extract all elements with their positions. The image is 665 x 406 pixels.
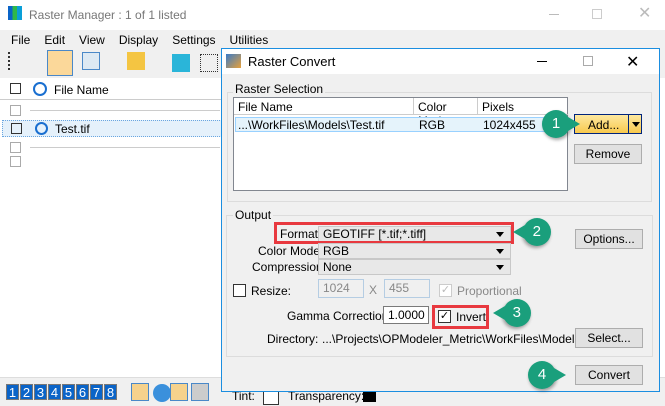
open-folder-icon[interactable] (127, 52, 145, 70)
menu-file[interactable]: File (11, 33, 30, 47)
proportional-checkbox[interactable]: ✓ (439, 284, 452, 297)
raster-icon[interactable] (170, 383, 188, 401)
menu-display[interactable]: Display (119, 33, 158, 47)
column-file-name[interactable]: File Name (234, 98, 414, 115)
invert-highlight (432, 305, 489, 329)
list-row[interactable]: Test.tif (2, 120, 230, 137)
menu-view[interactable]: View (79, 33, 105, 47)
remove-button[interactable]: Remove (574, 144, 642, 164)
refresh-icon[interactable] (172, 54, 190, 72)
add-label: Add... (588, 118, 620, 132)
list-view-icon[interactable] (8, 52, 26, 70)
gamma-input[interactable]: 1.0000 (383, 306, 429, 324)
maximize-button[interactable] (592, 9, 602, 19)
view-5-button[interactable]: 5 (62, 384, 75, 400)
menu-settings[interactable]: Settings (172, 33, 215, 47)
row-file-name: Test.tif (55, 122, 90, 136)
close-button[interactable]: ✕ (638, 3, 651, 23)
dialog-close-button[interactable]: ✕ (626, 52, 639, 72)
compression-select[interactable]: None (318, 259, 511, 275)
dialog-title: Raster Convert (248, 54, 336, 69)
view-6-button[interactable]: 6 (76, 384, 89, 400)
proportional-label: Proportional (457, 284, 522, 298)
globe-icon[interactable] (153, 384, 171, 402)
add-dropdown-button[interactable] (628, 115, 642, 133)
view-3-button[interactable]: 3 (34, 384, 47, 400)
callout-2: 2 (523, 218, 551, 246)
view-1-button[interactable]: 1 (6, 384, 19, 400)
raster-convert-icon (226, 54, 241, 68)
view-2-button[interactable]: 2 (20, 384, 33, 400)
compression-value: None (323, 260, 352, 274)
dialog-title-bar: Raster Convert ✕ (222, 49, 659, 74)
transparency-swatch[interactable] (363, 392, 376, 402)
table-row[interactable]: ...\WorkFiles\Models\Test.tif RGB 1024x4… (235, 117, 567, 132)
options-button[interactable]: Options... (575, 229, 643, 249)
print-icon[interactable] (131, 383, 149, 401)
raster-table: File Name Color Mode Pixels ...\WorkFile… (233, 97, 568, 191)
chevron-down-icon (632, 122, 640, 127)
list-row-empty (0, 140, 230, 170)
app-icon (8, 6, 22, 20)
window-title: Raster Manager : 1 of 1 listed (29, 8, 187, 22)
sort-icon[interactable] (47, 50, 73, 76)
column-color-mode[interactable]: Color Mode (414, 98, 478, 128)
menu-utilities[interactable]: Utilities (230, 33, 269, 47)
callout-3: 3 (503, 299, 531, 327)
raster-info-icon (35, 122, 48, 135)
chevron-down-icon (496, 249, 504, 254)
directory-value: ...\Projects\OPModeler_Metric\WorkFiles\… (322, 332, 584, 346)
cell-color-mode: RGB (419, 118, 446, 132)
gamma-label: Gamma Correction: (287, 309, 392, 323)
color-mode-value: RGB (323, 244, 350, 258)
copy-icon (11, 123, 22, 134)
compression-label: Compression (252, 260, 323, 274)
list-header: File Name (0, 79, 230, 100)
view-7-button[interactable]: 7 (90, 384, 103, 400)
list-row-empty (0, 103, 230, 119)
color-mode-select[interactable]: RGB (318, 243, 511, 259)
map-icon[interactable] (82, 52, 100, 70)
add-button[interactable]: Add... (574, 114, 642, 134)
convert-button[interactable]: Convert (575, 365, 643, 385)
raster-info-icon (33, 82, 47, 96)
raster-convert-dialog: Raster Convert ✕ Raster Selection File N… (221, 48, 660, 392)
menu-edit[interactable]: Edit (44, 33, 65, 47)
view-8-button[interactable]: 8 (104, 384, 117, 400)
format-highlight (274, 222, 514, 244)
width-input[interactable]: 1024 (318, 279, 364, 298)
callout-1: 1 (542, 110, 580, 138)
minimize-button[interactable] (549, 14, 559, 15)
directory-label: Directory: (267, 332, 319, 346)
swap-icon[interactable] (191, 383, 209, 401)
select-button[interactable]: Select... (575, 328, 643, 348)
dialog-minimize-button[interactable] (537, 61, 547, 62)
raster-selection-label: Raster Selection (233, 82, 326, 96)
chevron-down-icon (496, 265, 504, 270)
view-buttons: 12345678 (6, 384, 118, 400)
cell-file: ...\WorkFiles\Models\Test.tif (238, 118, 385, 132)
dialog-maximize-button[interactable] (583, 56, 593, 66)
height-input[interactable]: 455 (384, 279, 430, 298)
resize-label: Resize: (251, 284, 292, 298)
resize-checkbox[interactable] (233, 284, 246, 297)
select-icon[interactable] (200, 54, 218, 72)
menu-bar: File Edit View Display Settings Utilities (0, 30, 665, 47)
x-label: X (369, 283, 378, 297)
output-label: Output (233, 208, 274, 222)
callout-4: 4 (528, 361, 566, 389)
view-4-button[interactable]: 4 (48, 384, 61, 400)
column-file-name[interactable]: File Name (54, 83, 109, 97)
color-mode-label: Color Mode (258, 244, 321, 258)
copy-icon (10, 83, 21, 94)
cell-pixels: 1024x455 (483, 118, 536, 132)
